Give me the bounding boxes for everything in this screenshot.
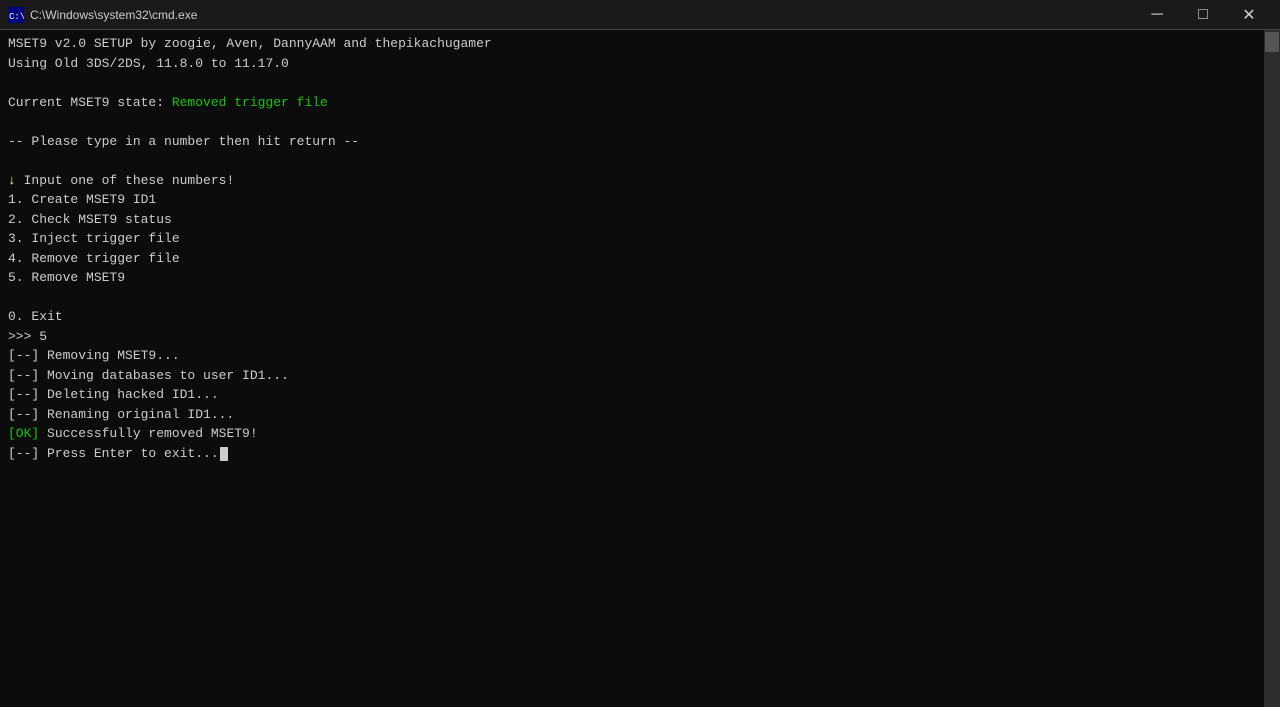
console-line-2: Using Old 3DS/2DS, 11.8.0 to 11.17.0	[8, 54, 1260, 74]
exit-prompt: [--] Press Enter to exit...	[8, 446, 219, 461]
console-line-11: 3. Inject trigger file	[8, 229, 1260, 249]
console-line-19: [--] Deleting hacked ID1...	[8, 385, 1260, 405]
title-bar-left: C:\ C:\Windows\system32\cmd.exe	[8, 7, 197, 23]
cursor-blink	[220, 447, 228, 461]
console-line-18: [--] Moving databases to user ID1...	[8, 366, 1260, 386]
console-line-6: -- Please type in a number then hit retu…	[8, 132, 1260, 152]
title-bar: C:\ C:\Windows\system32\cmd.exe ─ □ ✕	[0, 0, 1280, 30]
console-line-5	[8, 112, 1260, 132]
input-prompt-text: Input one of these numbers!	[24, 173, 235, 188]
ok-message: Successfully removed MSET9!	[39, 426, 257, 441]
console-line-15: 0. Exit	[8, 307, 1260, 327]
console-line-17: [--] Removing MSET9...	[8, 346, 1260, 366]
console-line-7	[8, 151, 1260, 171]
console-area: MSET9 v2.0 SETUP by zoogie, Aven, DannyA…	[0, 30, 1280, 707]
console-line-3	[8, 73, 1260, 93]
maximize-button[interactable]: □	[1180, 0, 1226, 30]
console-line-13: 5. Remove MSET9	[8, 268, 1260, 288]
console-line-1: MSET9 v2.0 SETUP by zoogie, Aven, DannyA…	[8, 34, 1260, 54]
minimize-button[interactable]: ─	[1134, 0, 1180, 30]
console-line-21: [OK] Successfully removed MSET9!	[8, 424, 1260, 444]
state-label: Current MSET9 state:	[8, 95, 172, 110]
title-bar-title: C:\Windows\system32\cmd.exe	[30, 8, 197, 22]
console-line-12: 4. Remove trigger file	[8, 249, 1260, 269]
scrollbar-track[interactable]	[1264, 30, 1280, 707]
console-line-10: 2. Check MSET9 status	[8, 210, 1260, 230]
console-line-20: [--] Renaming original ID1...	[8, 405, 1260, 425]
scrollbar-thumb[interactable]	[1265, 32, 1279, 52]
console-line-14	[8, 288, 1260, 308]
ok-badge: [OK]	[8, 426, 39, 441]
console-line-22: [--] Press Enter to exit...	[8, 444, 1260, 464]
close-button[interactable]: ✕	[1226, 0, 1272, 30]
state-value: Removed trigger file	[172, 95, 328, 110]
console-line-9: 1. Create MSET9 ID1	[8, 190, 1260, 210]
console-line-4: Current MSET9 state: Removed trigger fil…	[8, 93, 1260, 113]
cmd-icon: C:\	[8, 7, 24, 23]
console-line-8: ↓ Input one of these numbers!	[8, 171, 1260, 191]
arrow-icon: ↓	[8, 173, 24, 188]
console-line-16: >>> 5	[8, 327, 1260, 347]
svg-text:C:\: C:\	[9, 12, 24, 22]
title-bar-controls: ─ □ ✕	[1134, 0, 1272, 30]
